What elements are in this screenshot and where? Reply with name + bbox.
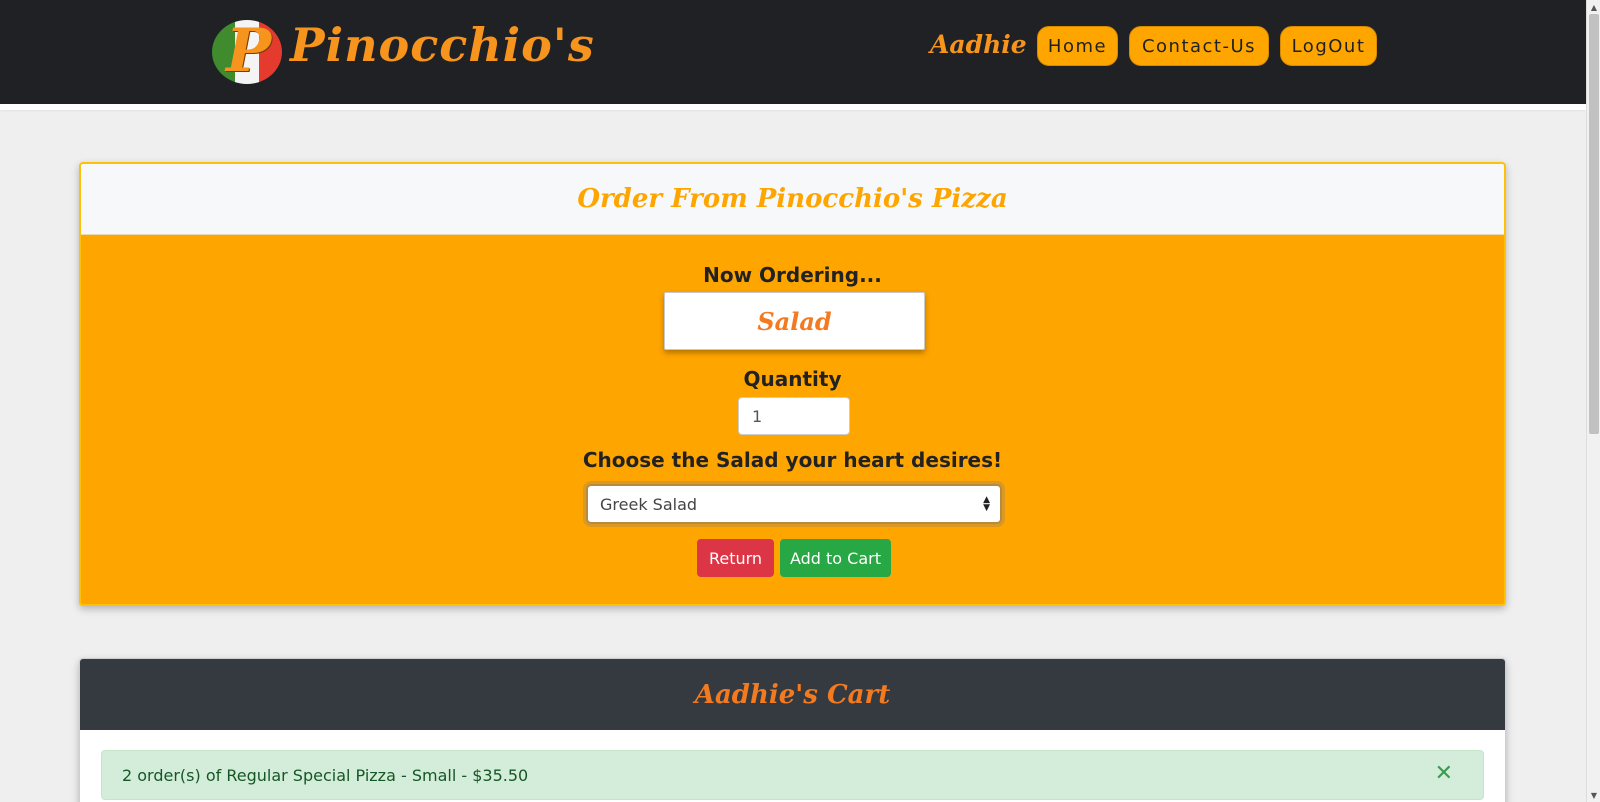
logo-icon[interactable]: P xyxy=(212,20,282,84)
quantity-input[interactable]: 1 xyxy=(738,397,850,435)
brand-name[interactable]: Pinocchio's xyxy=(290,18,595,72)
nav-username: Aadhie xyxy=(930,30,1027,59)
cart-card: Aadhie's Cart 2 order(s) of Regular Spec… xyxy=(79,658,1506,802)
logo-letter: P xyxy=(226,20,272,84)
ordering-item-name: Salad xyxy=(664,292,925,350)
nav-home-button[interactable]: Home xyxy=(1037,26,1118,66)
scrollbar-thumb[interactable] xyxy=(1589,14,1599,434)
nav-logout-button[interactable]: LogOut xyxy=(1280,26,1377,66)
return-button[interactable]: Return xyxy=(697,539,774,577)
select-arrows-icon: ▲ ▼ xyxy=(983,495,990,513)
item-select[interactable]: Greek Salad ▲ ▼ xyxy=(586,484,1002,524)
nav-contact-button[interactable]: Contact-Us xyxy=(1129,26,1269,66)
order-card-header: Order From Pinocchio's Pizza xyxy=(81,164,1504,235)
order-card: Order From Pinocchio's Pizza Now Orderin… xyxy=(79,162,1506,606)
close-icon[interactable]: ✕ xyxy=(1435,761,1453,786)
cart-item: 2 order(s) of Regular Special Pizza - Sm… xyxy=(101,750,1484,800)
navbar: P Pinocchio's Aadhie Home Contact-Us Log… xyxy=(0,0,1586,110)
cart-item-text: 2 order(s) of Regular Special Pizza - Sm… xyxy=(122,765,529,785)
now-ordering-label: Now Ordering... xyxy=(703,263,882,287)
choose-item-label: Choose the Salad your heart desires! xyxy=(582,448,1003,472)
add-to-cart-button[interactable]: Add to Cart xyxy=(780,539,891,577)
quantity-label: Quantity xyxy=(743,367,842,391)
order-title: Order From Pinocchio's Pizza xyxy=(577,184,1008,214)
cart-header: Aadhie's Cart xyxy=(80,659,1505,730)
scroll-down-icon[interactable]: ▼ xyxy=(1587,788,1600,802)
cart-title: Aadhie's Cart xyxy=(694,679,891,710)
item-select-value: Greek Salad xyxy=(600,494,698,514)
scroll-up-icon[interactable]: ▲ xyxy=(1587,0,1600,14)
page-scrollbar[interactable]: ▲ ▼ xyxy=(1586,0,1600,802)
